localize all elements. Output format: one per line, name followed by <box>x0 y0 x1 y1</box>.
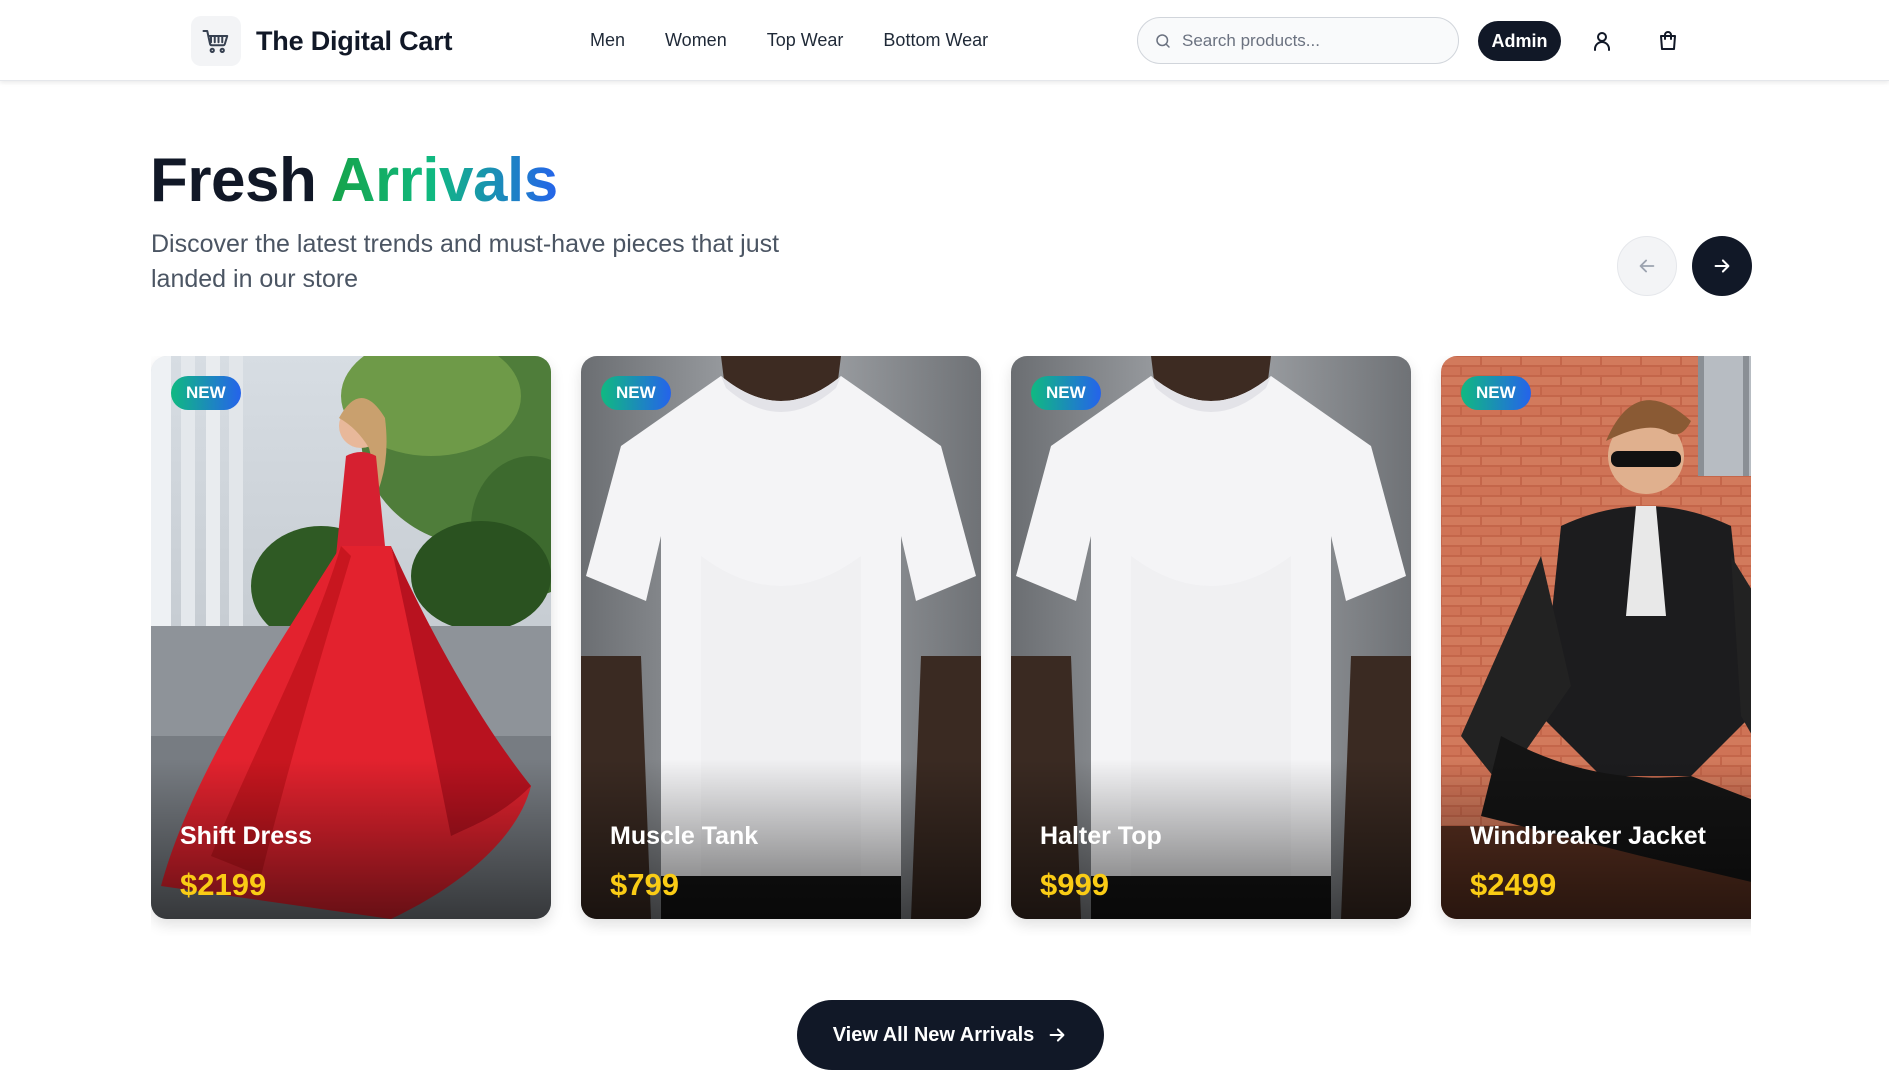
product-card[interactable]: NEW Shift Dress $2199 <box>151 356 551 919</box>
new-arrivals-carousel[interactable]: NEW Shift Dress $2199 NEW Muscle Tank $7… <box>151 356 1751 936</box>
brand-name: The Digital Cart <box>256 25 453 56</box>
product-name: Shift Dress <box>180 822 312 850</box>
user-icon[interactable] <box>1587 26 1617 56</box>
nav-link-top-wear[interactable]: Top Wear <box>767 30 844 51</box>
product-card[interactable]: NEW Halter Top $999 <box>1011 356 1411 919</box>
new-badge: NEW <box>601 376 671 410</box>
search-icon <box>1154 32 1172 50</box>
section-title: Fresh Arrivals <box>150 145 558 217</box>
view-all-new-arrivals-button[interactable]: View All New Arrivals <box>797 1000 1104 1070</box>
product-card[interactable]: NEW Muscle Tank $799 <box>581 356 981 919</box>
product-price: $2199 <box>180 867 267 902</box>
nav-link-women[interactable]: Women <box>665 30 727 51</box>
site-header: The Digital Cart Men Women Top Wear Bott… <box>0 0 1889 81</box>
product-name: Windbreaker Jacket <box>1470 822 1706 850</box>
product-price: $2499 <box>1470 867 1557 902</box>
shopping-cart-icon <box>191 16 241 66</box>
new-badge: NEW <box>1031 376 1101 410</box>
new-badge: NEW <box>1461 376 1531 410</box>
brand-logo[interactable]: The Digital Cart <box>191 16 453 66</box>
search-bar <box>1137 17 1459 64</box>
title-part-1: Fresh <box>150 146 317 215</box>
product-card[interactable]: NEW Windbreaker Jacket $2499 <box>1441 356 1751 919</box>
main-nav: Men Women Top Wear Bottom Wear <box>590 0 1028 81</box>
product-name: Halter Top <box>1040 822 1162 850</box>
arrow-left-icon <box>1636 255 1658 277</box>
title-part-2: Arrivals <box>330 146 558 215</box>
nav-link-bottom-wear[interactable]: Bottom Wear <box>883 30 988 51</box>
carousel-prev-button[interactable] <box>1617 236 1677 296</box>
search-input[interactable] <box>1182 30 1442 51</box>
arrow-right-icon <box>1711 255 1733 277</box>
nav-link-men[interactable]: Men <box>590 30 625 51</box>
product-price: $799 <box>610 867 679 902</box>
new-badge: NEW <box>171 376 241 410</box>
section-subtitle: Discover the latest trends and must-have… <box>151 230 780 293</box>
view-all-label: View All New Arrivals <box>832 1023 1035 1046</box>
carousel-next-button[interactable] <box>1692 236 1752 296</box>
shopping-bag-icon[interactable] <box>1653 26 1683 56</box>
arrow-right-icon <box>1046 1024 1068 1046</box>
product-name: Muscle Tank <box>610 822 759 850</box>
admin-button[interactable]: Admin <box>1478 21 1561 61</box>
product-price: $999 <box>1040 867 1109 902</box>
